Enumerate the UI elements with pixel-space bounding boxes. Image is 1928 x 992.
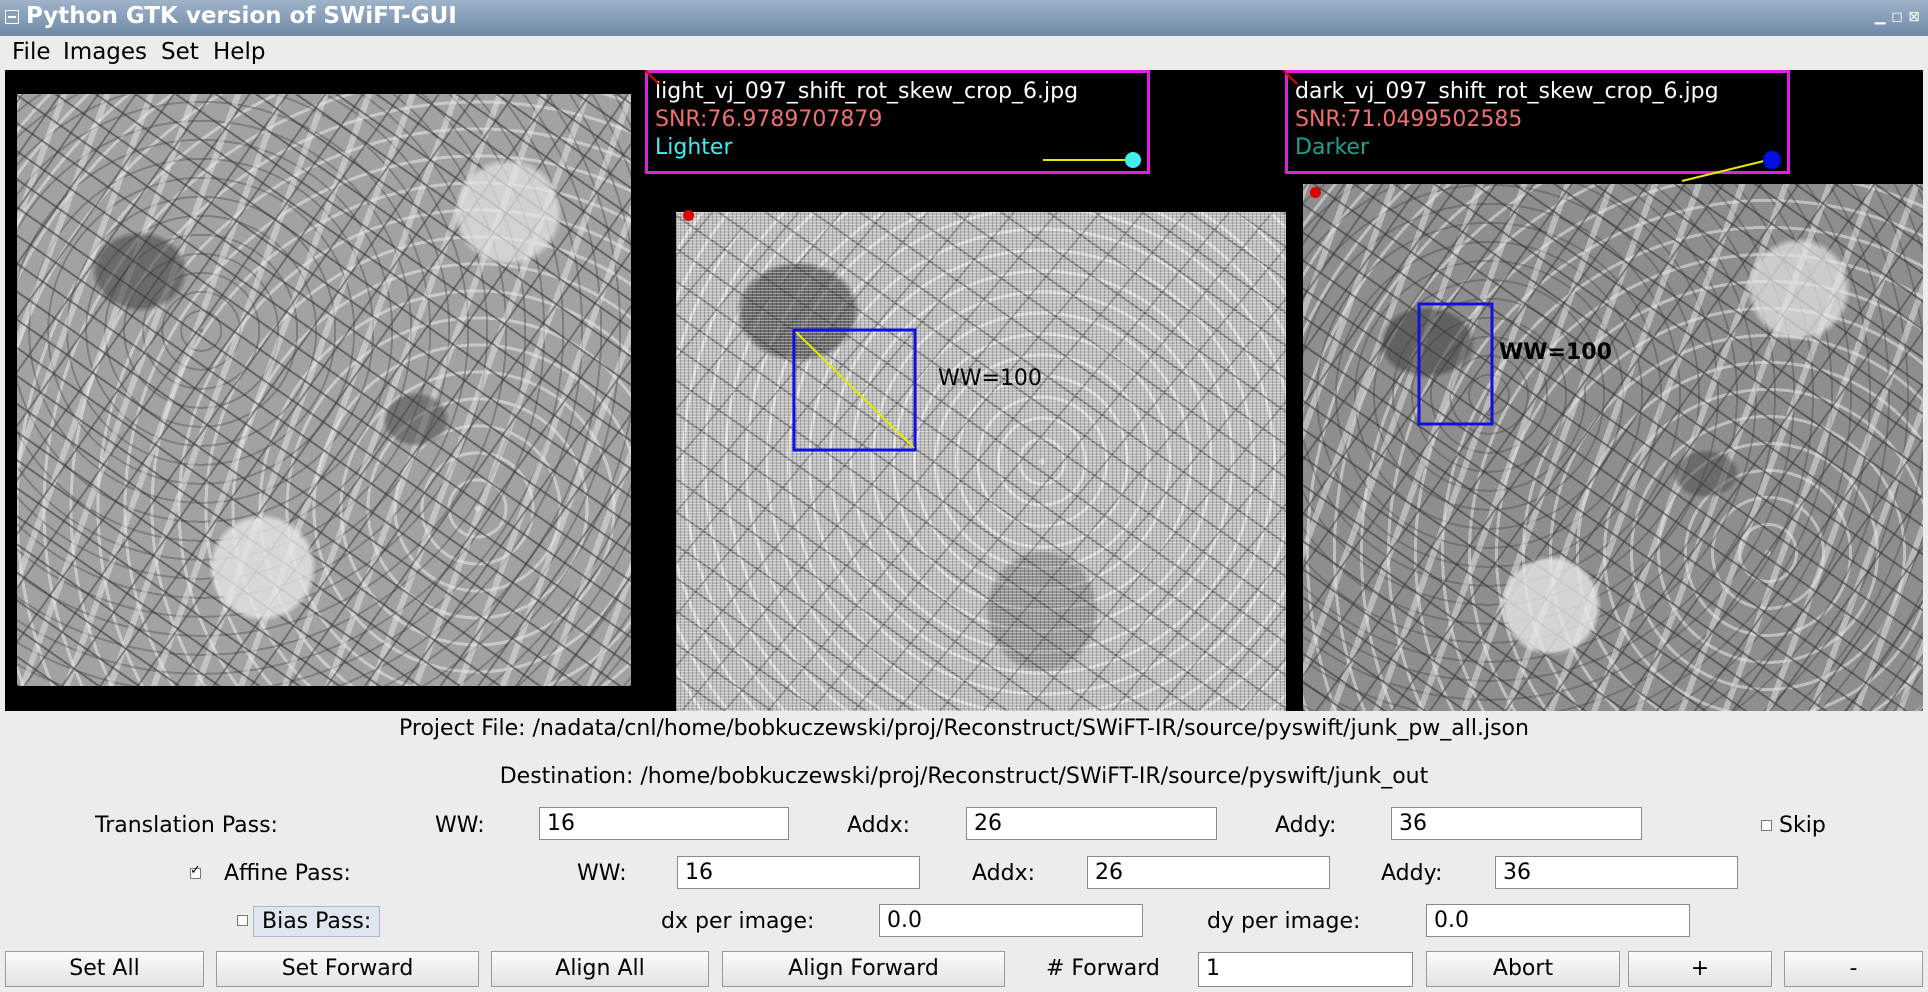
menu-file[interactable]: File (12, 39, 51, 65)
dark-overlay (1417, 302, 1494, 426)
image-view-area: WW=100 light_vj_097_shift_rot_skew_crop_… (5, 70, 1923, 711)
forward-count-label: # Forward (1046, 956, 1160, 981)
translation-ww-label: WW: (435, 813, 485, 838)
destination-label: Destination: /home/bobkuczewski/proj/Rec… (499, 764, 1429, 789)
translation-addy-input[interactable]: 36 (1391, 807, 1642, 840)
translation-addx-input[interactable]: 26 (966, 807, 1217, 840)
dark-window-box[interactable] (1417, 302, 1494, 426)
affine-addx-input[interactable]: 26 (1087, 856, 1330, 889)
affine-addy-label: Addy: (1381, 861, 1443, 886)
light-window-diagonal (795, 331, 915, 449)
translation-pass-label: Translation Pass: (95, 813, 278, 838)
window-menu-icon[interactable] (5, 10, 19, 24)
dark-filename: dark_vj_097_shift_rot_skew_crop_6.jpg (1295, 79, 1719, 104)
light-overlay (792, 328, 917, 452)
forward-count-input[interactable]: 1 (1198, 952, 1413, 987)
light-info-box: light_vj_097_shift_rot_skew_crop_6.jpg S… (645, 70, 1150, 174)
set-forward-button[interactable]: Set Forward (216, 951, 479, 987)
abort-button[interactable]: Abort (1426, 951, 1620, 987)
translation-addx-label: Addx: (847, 813, 911, 838)
dx-per-image-input[interactable]: 0.0 (879, 904, 1143, 937)
bias-pass-label[interactable]: Bias Pass: (253, 906, 381, 937)
affine-pass-checkbox[interactable] (190, 863, 201, 879)
light-marker-dot[interactable] (1125, 152, 1141, 168)
affine-ww-input[interactable]: 16 (677, 856, 920, 889)
window-title: Python GTK version of SWiFT-GUI (26, 3, 457, 29)
minimize-icon[interactable]: ▁ (1872, 8, 1888, 26)
maximize-icon[interactable]: ◻ (1889, 8, 1905, 26)
bias-pass-checkbox[interactable] (237, 915, 248, 926)
affine-addx-label: Addx: (972, 861, 1036, 886)
project-file-label: Project File: /nadata/cnl/home/bobkuczew… (399, 716, 1529, 741)
minus-button[interactable]: - (1784, 951, 1923, 987)
align-forward-button[interactable]: Align Forward (722, 951, 1005, 987)
affine-addy-input[interactable]: 36 (1495, 856, 1738, 889)
dx-per-image-label: dx per image: (661, 909, 815, 934)
dark-em-image[interactable]: WW=100 (1303, 184, 1923, 711)
light-anchor-point[interactable] (683, 210, 694, 221)
dark-ww-label: WW=100 (1499, 340, 1612, 365)
dark-snr: SNR:71.0499502585 (1295, 107, 1523, 132)
title-bar: Python GTK version of SWiFT-GUI ▁ ◻ ⊠ (0, 0, 1928, 37)
menu-help[interactable]: Help (213, 39, 265, 65)
light-em-image[interactable]: WW=100 (676, 212, 1286, 711)
affine-pass-label[interactable]: Affine Pass: (224, 861, 351, 886)
light-ww-label: WW=100 (938, 366, 1042, 391)
menu-bar: File Images Set Help (0, 36, 1928, 70)
menu-set[interactable]: Set (161, 39, 199, 65)
translation-addy-label: Addy: (1275, 813, 1337, 838)
skip-checkbox[interactable] (1761, 820, 1772, 831)
affine-ww-label: WW: (577, 861, 627, 886)
menu-images[interactable]: Images (63, 39, 147, 65)
dark-anchor-point[interactable] (1310, 187, 1321, 198)
light-marker-graphic (645, 70, 1141, 168)
dy-per-image-label: dy per image: (1207, 909, 1361, 934)
dy-per-image-input[interactable]: 0.0 (1426, 904, 1690, 937)
close-icon[interactable]: ⊠ (1906, 8, 1922, 26)
dark-info-box: dark_vj_097_shift_rot_skew_crop_6.jpg SN… (1285, 70, 1790, 174)
translation-ww-input[interactable]: 16 (539, 807, 789, 840)
dark-role: Darker (1295, 135, 1370, 160)
skip-label[interactable]: Skip (1779, 813, 1826, 838)
left-em-image[interactable] (17, 94, 631, 686)
set-all-button[interactable]: Set All (5, 951, 204, 987)
plus-button[interactable]: + (1628, 951, 1772, 987)
align-all-button[interactable]: Align All (491, 951, 709, 987)
